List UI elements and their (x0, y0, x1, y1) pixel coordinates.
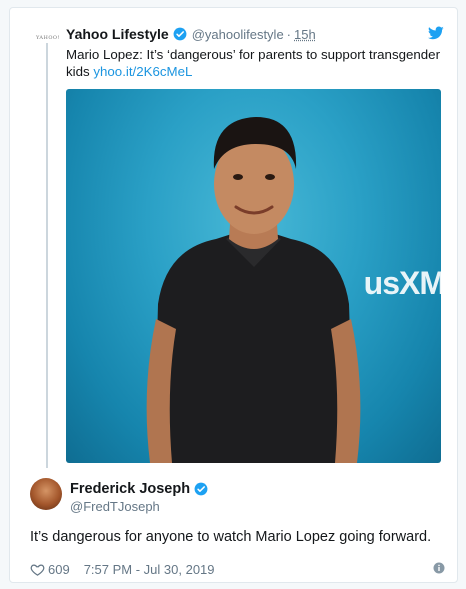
quoted-timestamp[interactable]: 15h (294, 27, 316, 42)
quoted-separator: · (286, 26, 292, 42)
quoted-link[interactable]: yhoo.it/2K6cMeL (93, 64, 192, 79)
reply-timestamp[interactable]: 7:57 PM - Jul 30, 2019 (84, 562, 215, 577)
quoted-tweet-text: Mario Lopez: It’s ‘dangerous’ for parent… (66, 46, 441, 80)
reply-author: Frederick Joseph (70, 481, 208, 497)
tweet-photo[interactable]: usXM (66, 89, 441, 463)
twitter-bird-icon[interactable] (428, 25, 444, 41)
quoted-header: Yahoo Lifestyle @yahoolifestyle · 15h (66, 25, 316, 43)
verified-badge-icon (194, 482, 208, 496)
heart-icon[interactable] (30, 562, 45, 577)
like-count[interactable]: 609 (48, 562, 70, 577)
reply-tweet-text: It’s dangerous for anyone to watch Mario… (30, 529, 432, 545)
photo-brand-watermark: usXM (363, 265, 441, 301)
quoted-author-handle[interactable]: @yahoolifestyle (192, 27, 284, 42)
thread-line (46, 43, 48, 468)
tweet-footer: 609 7:57 PM - Jul 30, 2019 (30, 560, 445, 578)
verified-badge-icon (173, 27, 187, 41)
tweet-card: YAHOO! Yahoo Lifestyle @yahoolifestyle ·… (9, 7, 458, 583)
quoted-author-name[interactable]: Yahoo Lifestyle (66, 26, 169, 42)
quoted-avatar[interactable]: YAHOO! (33, 26, 63, 50)
reply-avatar[interactable] (30, 478, 62, 510)
info-icon[interactable] (433, 562, 445, 574)
reply-author-handle[interactable]: @FredTJoseph (70, 499, 160, 514)
reply-author-name[interactable]: Frederick Joseph (70, 481, 190, 497)
